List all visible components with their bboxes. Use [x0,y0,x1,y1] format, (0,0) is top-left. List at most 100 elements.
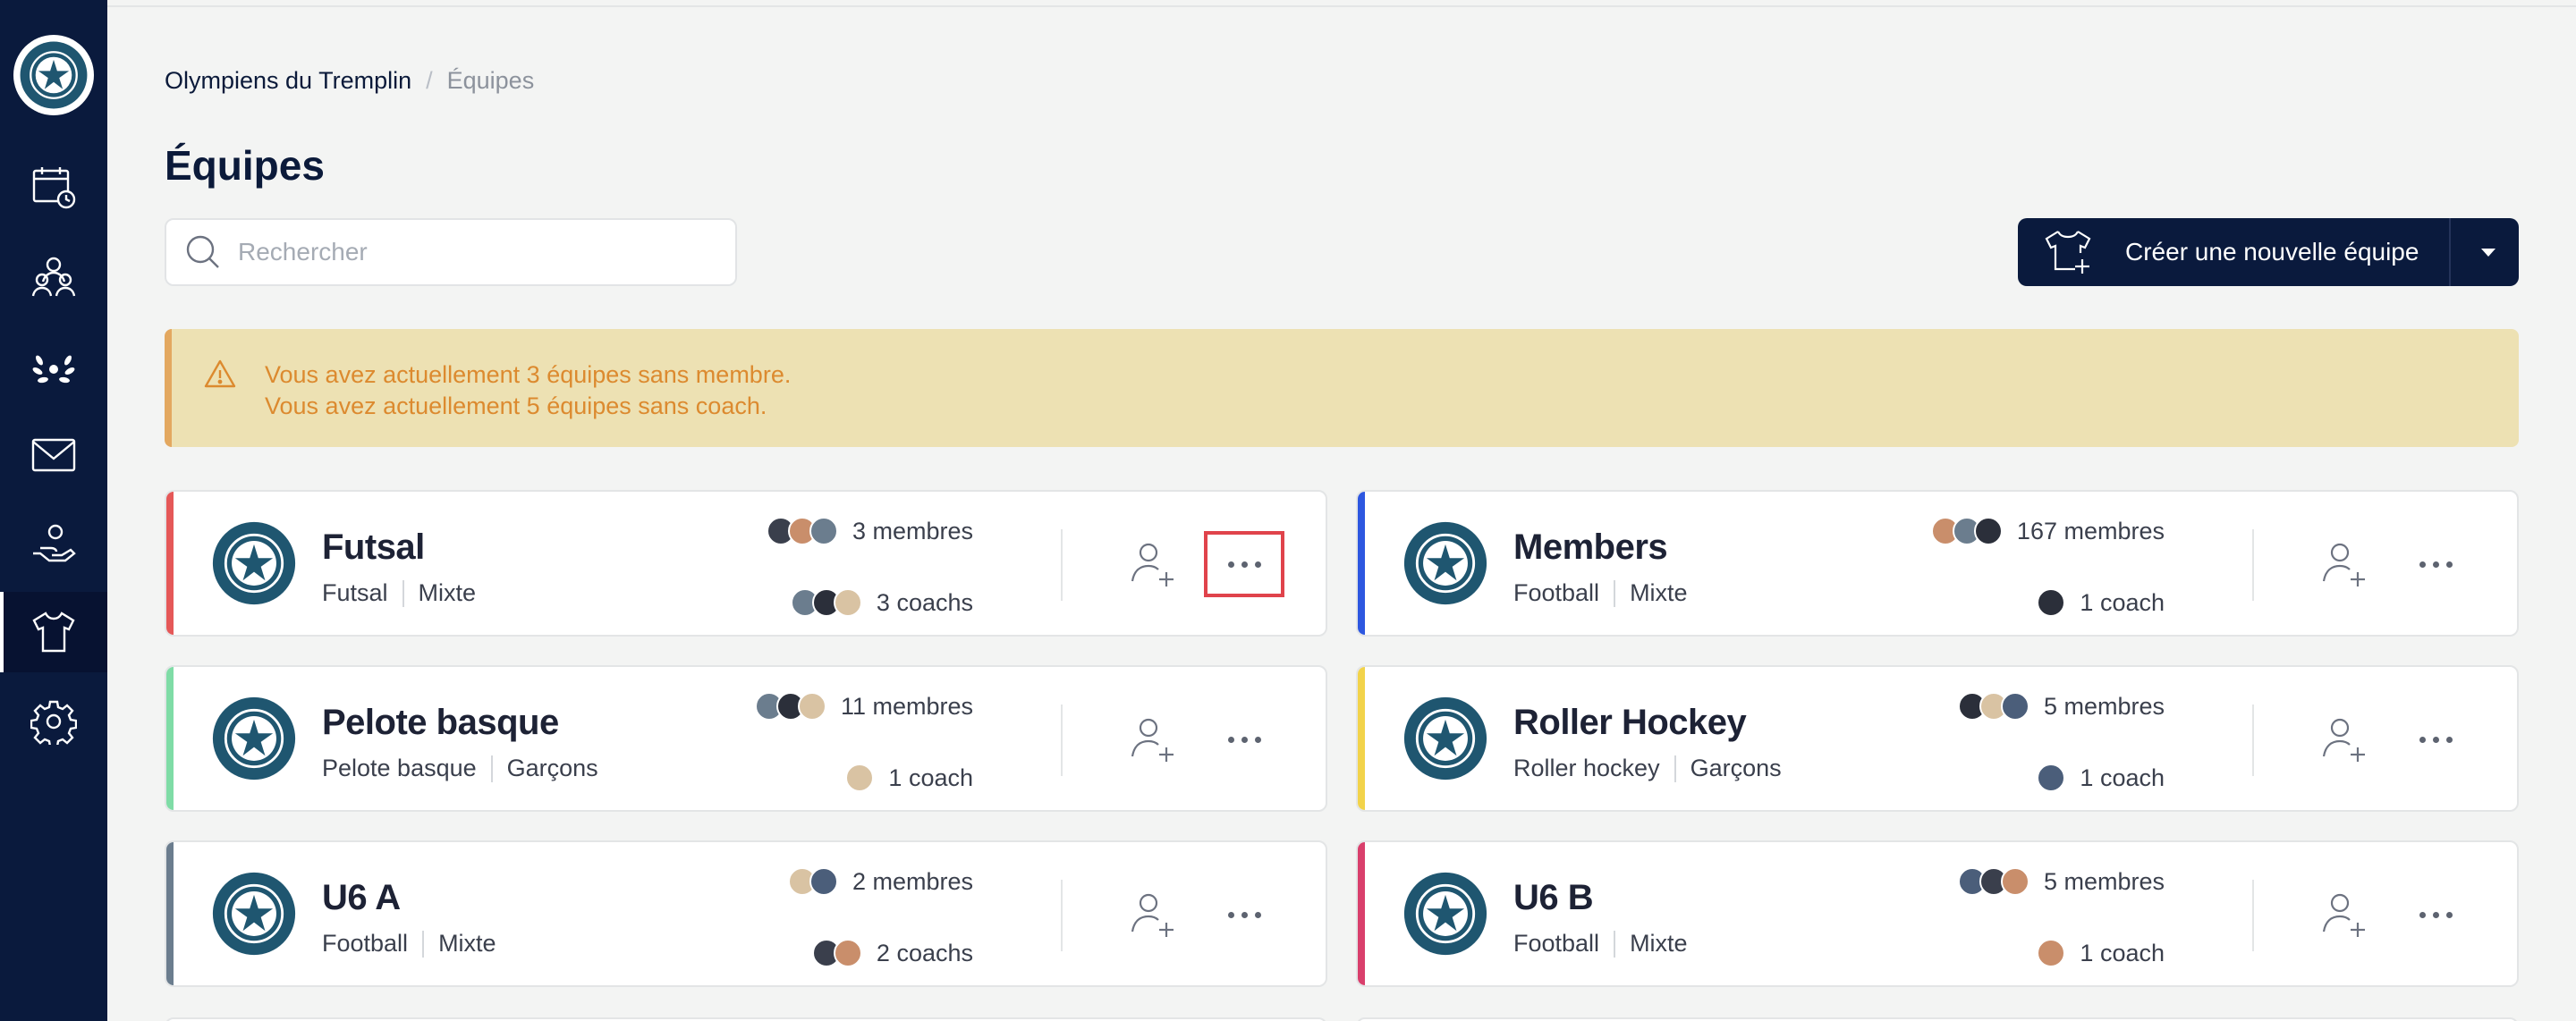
nav-competitions[interactable] [0,325,107,406]
dot-icon [1227,911,1234,918]
team-coaches[interactable]: 2 coachs [811,933,973,973]
team-coaches[interactable]: 1 coach [845,758,973,797]
team-card[interactable]: Members Football Mixte 167 membres 1 coa… [1356,490,2519,637]
breadcrumb-current: Équipes [446,66,535,94]
more-options-button[interactable] [1204,706,1284,772]
team-members[interactable]: 2 membres [787,862,973,901]
nav-calendar[interactable] [0,147,107,227]
search-box[interactable] [165,218,737,286]
team-name[interactable]: Roller Hockey [1513,703,1747,743]
breadcrumb-root[interactable]: Olympiens du Tremplin [165,67,411,95]
alert-line-members: Vous avez actuellement 3 équipes sans me… [265,361,792,388]
team-members[interactable]: 5 membres [1957,862,2165,901]
member-avatars [1957,867,2029,896]
create-team-dropdown[interactable] [2472,236,2504,268]
team-members[interactable]: 5 membres [1957,687,2165,726]
dot-icon [1227,736,1234,743]
team-coaches[interactable]: 1 coach [2037,758,2165,797]
coach-avatar [2037,588,2066,617]
team-members[interactable]: 11 membres [754,687,973,726]
team-crest-icon [1403,872,1487,956]
users-icon [31,257,76,297]
laurel-icon [32,355,75,384]
card-divider [1061,880,1063,951]
team-tags: Football Mixte [1513,930,1688,958]
club-logo[interactable] [13,35,94,115]
team-card[interactable]: U6 B Football Mixte 5 membres 1 coach [1356,840,2519,987]
dot-icon [2432,911,2439,918]
team-card[interactable]: Roller Hockey Roller hockey Garçons 5 me… [1356,665,2519,812]
coach-avatars [790,588,862,617]
nav-settings[interactable] [0,681,107,762]
member-count: 5 membres [2043,867,2165,895]
more-options-button[interactable] [1204,882,1284,948]
nav-volunteers[interactable] [0,504,107,585]
card-divider [1061,705,1063,776]
nav-teams[interactable] [0,592,107,672]
team-card[interactable]: Pelote basque Pelote basque Garçons 11 m… [165,665,1327,812]
dot-icon [1254,736,1261,743]
coach-count: 1 coach [2080,764,2165,791]
team-name[interactable]: Futsal [322,527,425,568]
team-card[interactable]: Futsal Futsal Mixte 3 membres 3 coachs [165,490,1327,637]
team-accent-bar [166,492,174,635]
warning-icon [204,359,236,388]
mail-icon [31,438,76,472]
sidebar [0,0,107,1021]
coach-avatar [845,764,875,792]
more-options-button[interactable] [2395,531,2476,597]
search-input[interactable] [238,238,721,266]
search-icon [186,235,219,268]
team-tags: Roller hockey Garçons [1513,755,1782,782]
more-options-button[interactable] [2395,706,2476,772]
team-coaches[interactable]: 3 coachs [790,583,973,622]
create-team-divider [2449,218,2451,286]
add-member-button[interactable] [2318,889,2370,941]
create-team-button[interactable]: Créer une nouvelle équipe [2018,218,2519,286]
user-plus-icon [2322,893,2365,937]
tag-separator [402,579,404,607]
member-avatar [797,692,826,721]
dot-icon [2445,736,2453,743]
card-divider [2252,529,2254,601]
add-member-button[interactable] [1127,713,1179,765]
member-count: 3 membres [852,517,973,544]
team-members[interactable]: 3 membres [766,511,973,551]
add-member-button[interactable] [2318,538,2370,590]
team-name[interactable]: Members [1513,527,1668,568]
team-crest-icon [1403,521,1487,605]
coach-avatar [2037,764,2066,792]
team-members[interactable]: 167 membres [1930,511,2165,551]
dot-icon [2432,561,2439,568]
coach-avatars [845,764,875,792]
nav-messages[interactable] [0,415,107,495]
coach-count: 1 coach [2080,939,2165,966]
dot-icon [1254,911,1261,918]
add-member-button[interactable] [1127,889,1179,941]
team-tags: Futsal Mixte [322,579,476,607]
team-accent-bar [1358,842,1365,985]
member-avatars [1930,517,2003,545]
add-member-button[interactable] [2318,713,2370,765]
more-options-button[interactable] [1204,531,1284,597]
coach-avatars [811,939,862,967]
member-count: 167 membres [2016,517,2165,544]
team-gender: Mixte [438,930,496,957]
team-coaches[interactable]: 1 coach [2037,583,2165,622]
team-name[interactable]: U6 A [322,878,401,918]
team-coaches[interactable]: 1 coach [2037,933,2165,973]
member-avatars [766,517,838,545]
hand-heart-icon [33,524,76,562]
team-name[interactable]: Pelote basque [322,703,559,743]
team-gender: Garçons [506,755,598,781]
more-options-button[interactable] [2395,882,2476,948]
member-avatar [2000,692,2029,721]
team-name[interactable]: U6 B [1513,878,1594,918]
alert-line-coaches: Vous avez actuellement 5 équipes sans co… [265,392,767,419]
coach-count: 3 coachs [876,588,973,616]
nav-members[interactable] [0,236,107,316]
team-tags: Football Mixte [322,930,496,958]
team-card[interactable]: U6 A Football Mixte 2 membres 2 coachs [165,840,1327,987]
add-member-button[interactable] [1127,538,1179,590]
team-gender: Mixte [1630,579,1688,606]
